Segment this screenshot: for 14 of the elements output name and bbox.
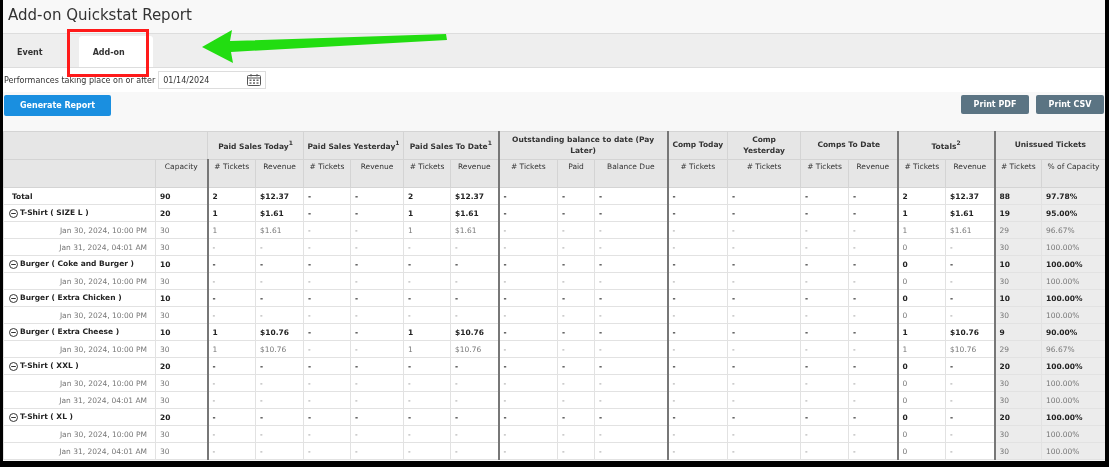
collapse-icon[interactable] bbox=[9, 361, 18, 371]
tab[interactable]: Event bbox=[7, 36, 53, 67]
collapse-icon[interactable] bbox=[9, 208, 18, 218]
date-field[interactable]: 01/14/2024 bbox=[158, 71, 267, 89]
collapse-icon[interactable] bbox=[9, 293, 18, 303]
print-button[interactable]: Print CSV bbox=[1036, 95, 1104, 114]
field-label: Performances taking place on or after bbox=[4, 75, 156, 85]
page-title: Add-on Quickstat Report bbox=[7, 5, 193, 26]
collapse-icon[interactable] bbox=[9, 412, 18, 422]
calendar-icon[interactable] bbox=[247, 74, 262, 86]
collapse-icon[interactable] bbox=[9, 327, 18, 337]
collapse-icon[interactable] bbox=[9, 259, 18, 269]
tab[interactable]: Add-on bbox=[78, 36, 153, 67]
print-button[interactable]: Print PDF bbox=[961, 95, 1029, 114]
